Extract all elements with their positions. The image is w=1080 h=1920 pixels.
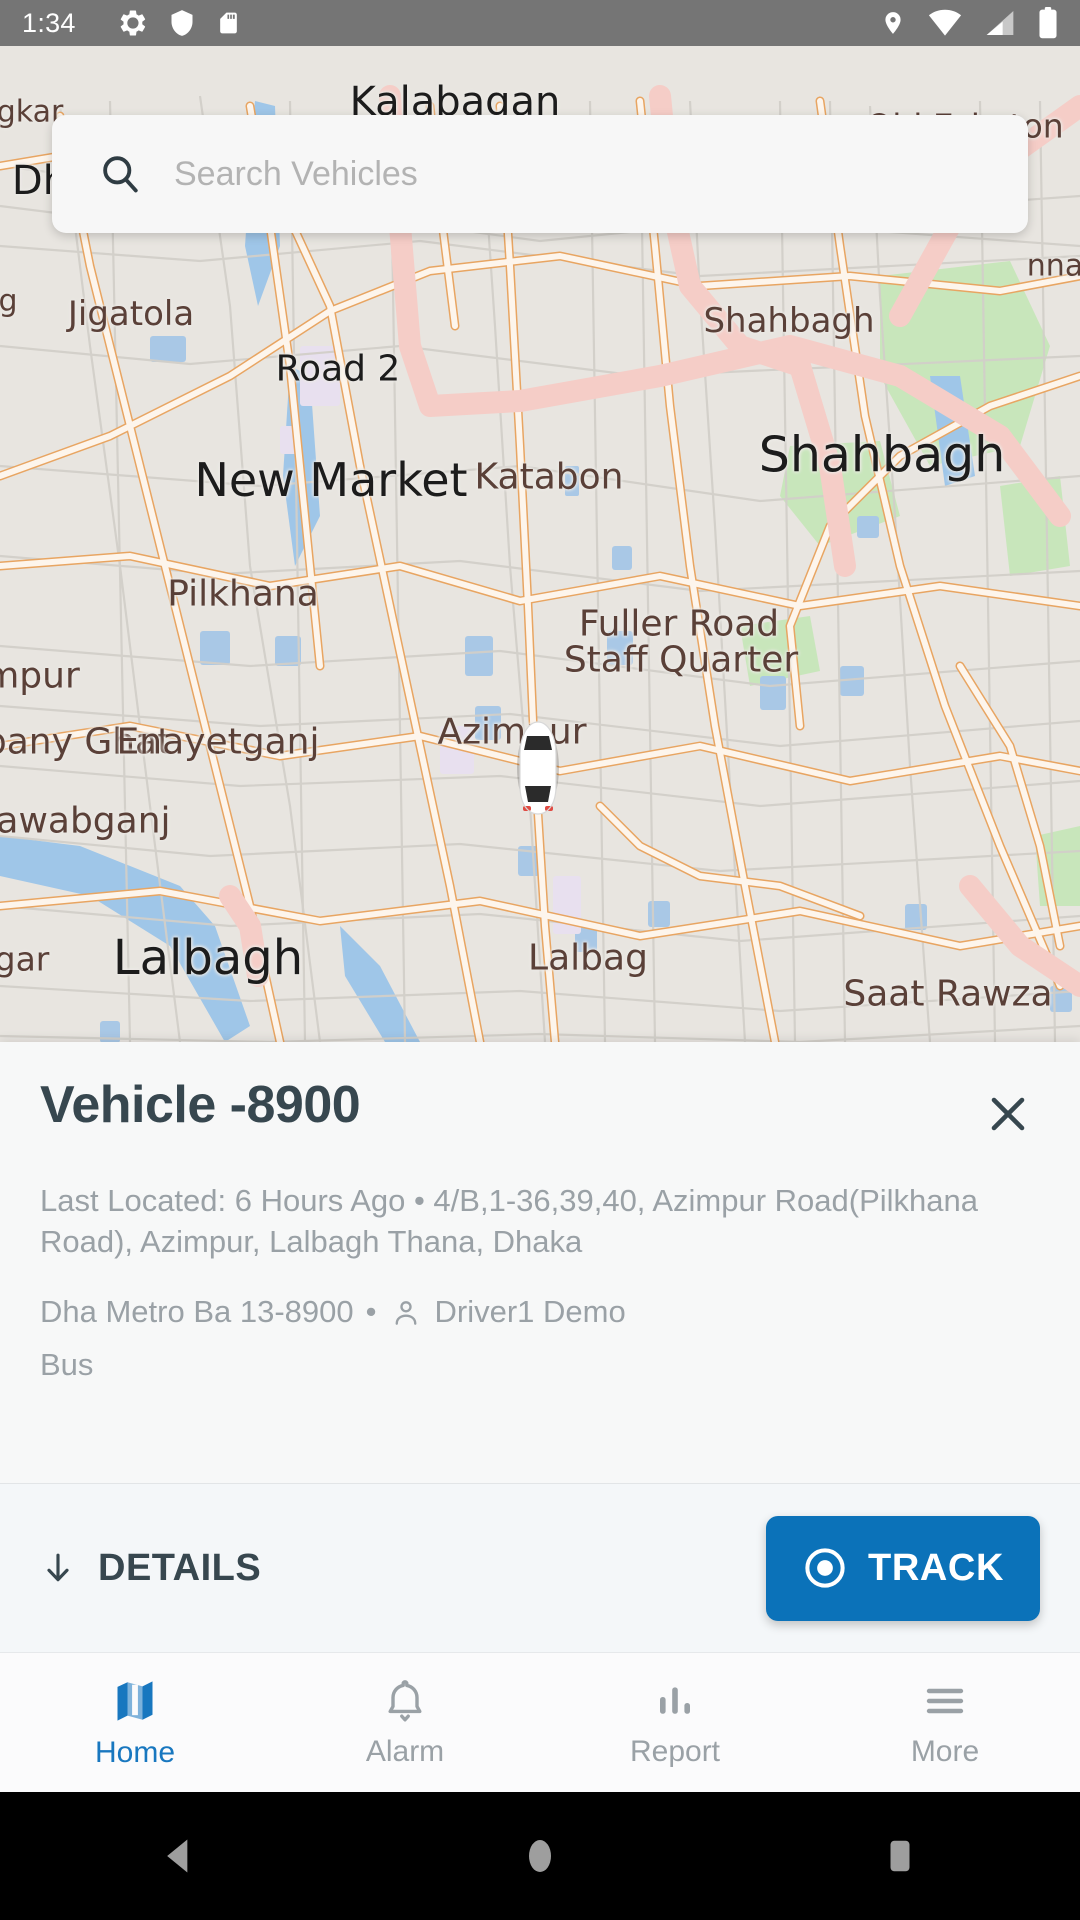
cellular-signal-icon xyxy=(986,11,1014,35)
last-located-address: Last Located: 6 Hours Ago • 4/B,1-36,39,… xyxy=(40,1183,978,1260)
person-icon xyxy=(395,1300,416,1325)
search-input[interactable]: Search Vehicles xyxy=(174,155,418,194)
driver-name: Driver1 Demo xyxy=(434,1294,626,1330)
car-marker-icon[interactable] xyxy=(515,720,561,816)
close-icon xyxy=(991,1097,1025,1131)
gear-icon xyxy=(120,10,145,36)
search-icon xyxy=(103,156,138,193)
map-icon xyxy=(117,1680,153,1721)
page-title: Vehicle -8900 xyxy=(40,1076,361,1134)
android-home-button[interactable] xyxy=(360,1834,720,1878)
android-back-button[interactable] xyxy=(0,1834,360,1878)
target-icon xyxy=(805,1548,845,1588)
vehicle-card-body: Vehicle -8900 Last Located: 6 Hours Ago … xyxy=(0,1042,1080,1483)
status-bar-right xyxy=(880,7,1058,39)
back-triangle-icon xyxy=(167,1839,188,1873)
nav-label-alarm: Alarm xyxy=(365,1734,445,1768)
nav-item-more[interactable]: More xyxy=(810,1653,1080,1792)
search-bar[interactable]: Search Vehicles xyxy=(52,115,1028,233)
track-button[interactable]: TRACK xyxy=(766,1515,1040,1621)
arrow-down-icon xyxy=(47,1553,69,1582)
nav-item-alarm[interactable]: Alarm xyxy=(270,1653,540,1792)
nav-item-report[interactable]: Report xyxy=(540,1653,810,1792)
shield-icon xyxy=(171,10,193,36)
nav-label-report: Report xyxy=(629,1734,721,1768)
location-pin-icon xyxy=(885,12,901,34)
card-action-bar: DETAILS TRACK xyxy=(0,1484,1080,1652)
nav-label-home: Home xyxy=(94,1735,176,1769)
android-navigation-bar xyxy=(0,1792,1080,1920)
meta-separator: • xyxy=(365,1294,377,1330)
battery-icon xyxy=(1039,7,1057,39)
track-label: TRACK xyxy=(868,1546,1004,1589)
vehicle-card-header: Vehicle -8900 xyxy=(40,1078,1040,1146)
wifi-icon xyxy=(928,9,962,36)
vehicle-type: Bus xyxy=(40,1347,94,1383)
vehicle-plate: Dha Metro Ba 13-8900 xyxy=(40,1294,354,1330)
recents-square-icon xyxy=(890,1840,910,1872)
nav-label-more: More xyxy=(910,1734,980,1768)
bell-icon xyxy=(388,1679,422,1721)
android-recents-button[interactable] xyxy=(720,1834,1080,1878)
sd-card-icon xyxy=(219,12,237,34)
home-circle-icon xyxy=(529,1840,551,1872)
chart-icon xyxy=(660,1686,690,1714)
bottom-navigation: Home Alarm Report More xyxy=(0,1652,1080,1792)
details-label: DETAILS xyxy=(98,1546,262,1589)
vehicle-meta-row: Dha Metro Ba 13-8900 • Driver1 Demo xyxy=(40,1290,1040,1335)
status-bar: 1:34 xyxy=(0,0,1080,46)
details-button[interactable]: DETAILS xyxy=(40,1547,261,1590)
status-bar-clock: 1:34 xyxy=(22,7,76,38)
nav-item-home[interactable]: Home xyxy=(0,1653,270,1792)
close-button[interactable] xyxy=(976,1082,1040,1146)
vehicle-detail-card: Vehicle -8900 Last Located: 6 Hours Ago … xyxy=(0,1042,1080,1652)
menu-icon xyxy=(926,1688,964,1713)
status-bar-left: 1:34 xyxy=(22,8,241,39)
